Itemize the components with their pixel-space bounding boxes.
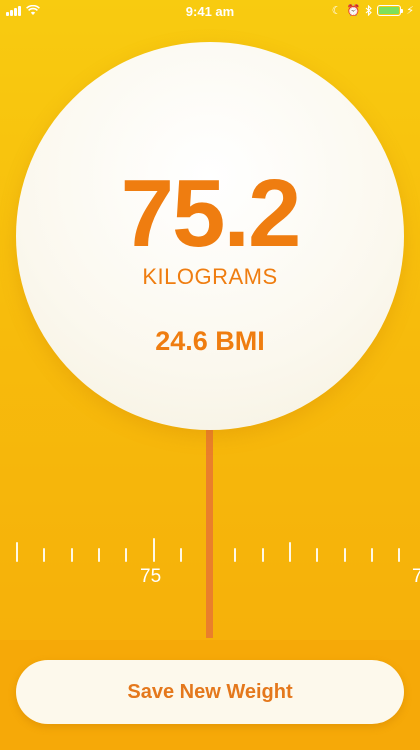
bmi-value: 24.6 BMI [155,326,265,356]
ruler-tick [125,548,128,562]
ruler-label-75: 75 [140,566,162,587]
ruler-tick [234,548,237,562]
ruler-tick [43,548,46,562]
ruler-tick [316,548,319,562]
ruler-pointer [206,420,213,638]
ruler-tick [179,548,182,562]
ruler-tick [289,542,291,562]
alarm-icon: ⏰ [346,5,361,17]
ruler-tick [343,548,346,562]
ruler-tick [398,548,401,562]
ruler-tick [370,548,373,562]
status-right: ☾ ⏰ ⚡ [332,4,414,17]
status-bar: 9:41 am ☾ ⏰ ⚡ [0,0,420,24]
ruler-tick [97,548,100,562]
ruler-tick [261,548,264,562]
ruler-tick [152,538,155,562]
charging-icon: ⚡ [406,5,414,17]
ruler-tick [16,542,18,562]
unit-label: KILOGRAMS [142,264,278,289]
weight-value: 75.2 [120,160,302,267]
battery-level [379,7,400,14]
weight-dial: 75.2 KILOGRAMS 24.6 BMI [16,42,404,430]
save-weight-button[interactable]: Save New Weight [16,660,404,724]
battery-icon [377,5,404,16]
moon-icon: ☾ [331,5,342,17]
bluetooth-icon [365,5,373,16]
ruler-label-partial: 7 [412,566,420,587]
ruler-tick [70,548,73,562]
